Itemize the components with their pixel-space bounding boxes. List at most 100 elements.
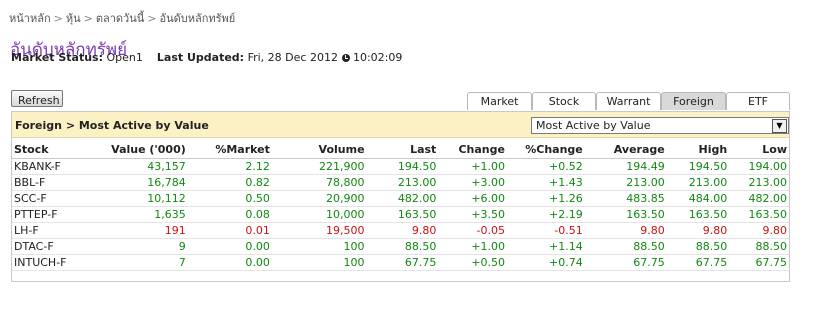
cell-last: 88.50: [404, 240, 437, 253]
ranking-table: Stock Value ('000) %Market Volume Last C…: [12, 141, 789, 271]
column-header-average: Average: [584, 141, 667, 159]
cell-change: +3.00: [471, 176, 505, 189]
cell-change: +1.00: [471, 160, 505, 173]
cell-change: +0.50: [471, 256, 505, 269]
cell-volume: 100: [343, 240, 365, 253]
ranking-type-select[interactable]: Most Active by Value ▼: [531, 117, 789, 134]
cell-stock[interactable]: SCC-F: [12, 191, 101, 207]
cell-value: 10,112: [147, 192, 186, 205]
cell-pct-market: 0.50: [245, 192, 270, 205]
cell-pct-market: 0.00: [245, 240, 270, 253]
cell-pct-change: +0.74: [549, 256, 583, 269]
ranking-panel: Foreign > Most Active by Value Most Acti…: [11, 111, 790, 282]
table-row: SCC-F 10,112 0.50 20,900 482.00 +6.00 +1.26 483…: [12, 191, 789, 207]
cell-pct-change: +1.43: [549, 176, 583, 189]
cell-high: 9.80: [702, 224, 728, 237]
table-row: LH-F 191 0.01 19,500 9.80 -0.05 -0.51 9.80 9.80 9…: [12, 223, 789, 239]
market-status-value: Open1: [106, 51, 143, 64]
cell-volume: 100: [343, 256, 365, 269]
cell-average: 194.49: [626, 160, 665, 173]
cell-stock[interactable]: INTUCH-F: [12, 255, 101, 271]
breadcrumb-stock[interactable]: หุ้น: [66, 12, 81, 25]
cell-stock[interactable]: BBL-F: [12, 175, 101, 191]
cell-volume: 20,900: [326, 192, 365, 205]
table-row: BBL-F 16,784 0.82 78,800 213.00 +3.00 +1.43 213…: [12, 175, 789, 191]
refresh-button[interactable]: Refresh: [11, 90, 63, 107]
cell-value: 16,784: [147, 176, 186, 189]
cell-stock[interactable]: PTTEP-F: [12, 207, 101, 223]
cell-last: 194.50: [397, 160, 437, 173]
tab-market[interactable]: Market: [467, 92, 532, 110]
cell-change: +6.00: [471, 192, 505, 205]
cell-average: 9.80: [640, 224, 665, 237]
breadcrumb-current: อันดับหลักทรัพย์: [159, 12, 236, 25]
last-updated-value: Fri, 28 Dec 2012: [247, 51, 338, 64]
cell-last: 482.00: [397, 192, 437, 205]
cell-volume: 19,500: [326, 224, 365, 237]
cell-pct-market: 0.01: [245, 224, 270, 237]
ranking-type-selected: Most Active by Value: [536, 119, 651, 132]
cell-value: 1,635: [154, 208, 186, 221]
breadcrumb-separator: >: [83, 12, 93, 25]
breadcrumb-separator: >: [53, 12, 63, 25]
column-header-pct-change: %Change: [506, 141, 585, 159]
tab-foreign[interactable]: Foreign: [661, 92, 726, 110]
cell-average: 213.00: [626, 176, 665, 189]
column-header-change: Change: [438, 141, 507, 159]
cell-pct-change: +1.14: [549, 240, 583, 253]
cell-change: -0.05: [476, 224, 505, 237]
cell-low: 67.75: [755, 256, 788, 269]
clock-icon: [341, 54, 350, 62]
column-header-high: High: [666, 141, 730, 159]
cell-pct-change: +0.52: [549, 160, 583, 173]
breadcrumb-home[interactable]: หน้าหลัก: [9, 12, 51, 25]
cell-average: 88.50: [633, 240, 665, 253]
cell-last: 9.80: [411, 224, 437, 237]
cell-low: 9.80: [762, 224, 788, 237]
tab-stock[interactable]: Stock: [532, 92, 596, 110]
panel-header: Foreign > Most Active by Value Most Acti…: [12, 112, 789, 138]
column-header-stock: Stock: [12, 141, 102, 159]
tab-etf[interactable]: ETF: [726, 92, 790, 110]
cell-pct-change: +1.26: [549, 192, 583, 205]
breadcrumb: หน้าหลัก > หุ้น > ตลาดวันนี้ > อันดับหลักทรัพย…: [9, 9, 235, 27]
cell-change: +1.00: [471, 240, 505, 253]
cell-low: 88.50: [755, 240, 788, 253]
cell-last: 213.00: [397, 176, 437, 189]
table-row: INTUCH-F 7 0.00 100 67.75 +0.50 +0.74 67.75 67.7…: [12, 255, 789, 271]
cell-pct-change: +2.19: [549, 208, 583, 221]
cell-pct-change: -0.51: [554, 224, 583, 237]
chevron-down-icon[interactable]: ▼: [772, 119, 787, 133]
column-header-pct-market: %Market: [187, 141, 272, 159]
tab-warrant[interactable]: Warrant: [596, 92, 661, 110]
cell-high: 67.75: [695, 256, 728, 269]
cell-pct-market: 2.12: [245, 160, 270, 173]
cell-last: 67.75: [404, 256, 437, 269]
market-status-row: Market Status: Open1 Last Updated: Fri, …: [11, 51, 402, 64]
cell-change: +3.50: [471, 208, 505, 221]
cell-average: 67.75: [633, 256, 665, 269]
cell-high: 163.50: [688, 208, 728, 221]
cell-volume: 78,800: [326, 176, 365, 189]
cell-high: 194.50: [688, 160, 728, 173]
breadcrumb-market-today[interactable]: ตลาดวันนี้: [96, 12, 144, 25]
cell-average: 483.85: [626, 192, 665, 205]
cell-stock[interactable]: LH-F: [12, 223, 101, 239]
cell-stock[interactable]: DTAC-F: [12, 239, 101, 255]
cell-high: 484.00: [688, 192, 728, 205]
table-row: DTAC-F 9 0.00 100 88.50 +1.00 +1.14 88.50 88.50 8…: [12, 239, 789, 255]
cell-pct-market: 0.00: [245, 256, 270, 269]
table-row: PTTEP-F 1,635 0.08 10,000 163.50 +3.50 +2.19 16…: [12, 207, 789, 223]
cell-high: 88.50: [695, 240, 728, 253]
market-status-label: Market Status:: [11, 51, 104, 64]
cell-value: 9: [178, 240, 186, 253]
cell-pct-market: 0.08: [245, 208, 270, 221]
column-header-low: Low: [729, 141, 789, 159]
last-updated-label: Last Updated:: [156, 51, 245, 64]
breadcrumb-separator: >: [147, 12, 157, 25]
cell-volume: 10,000: [326, 208, 365, 221]
last-updated-time: 10:02:09: [352, 51, 403, 64]
cell-stock[interactable]: KBANK-F: [12, 159, 101, 175]
column-header-last: Last: [366, 141, 439, 159]
cell-low: 213.00: [748, 176, 788, 189]
